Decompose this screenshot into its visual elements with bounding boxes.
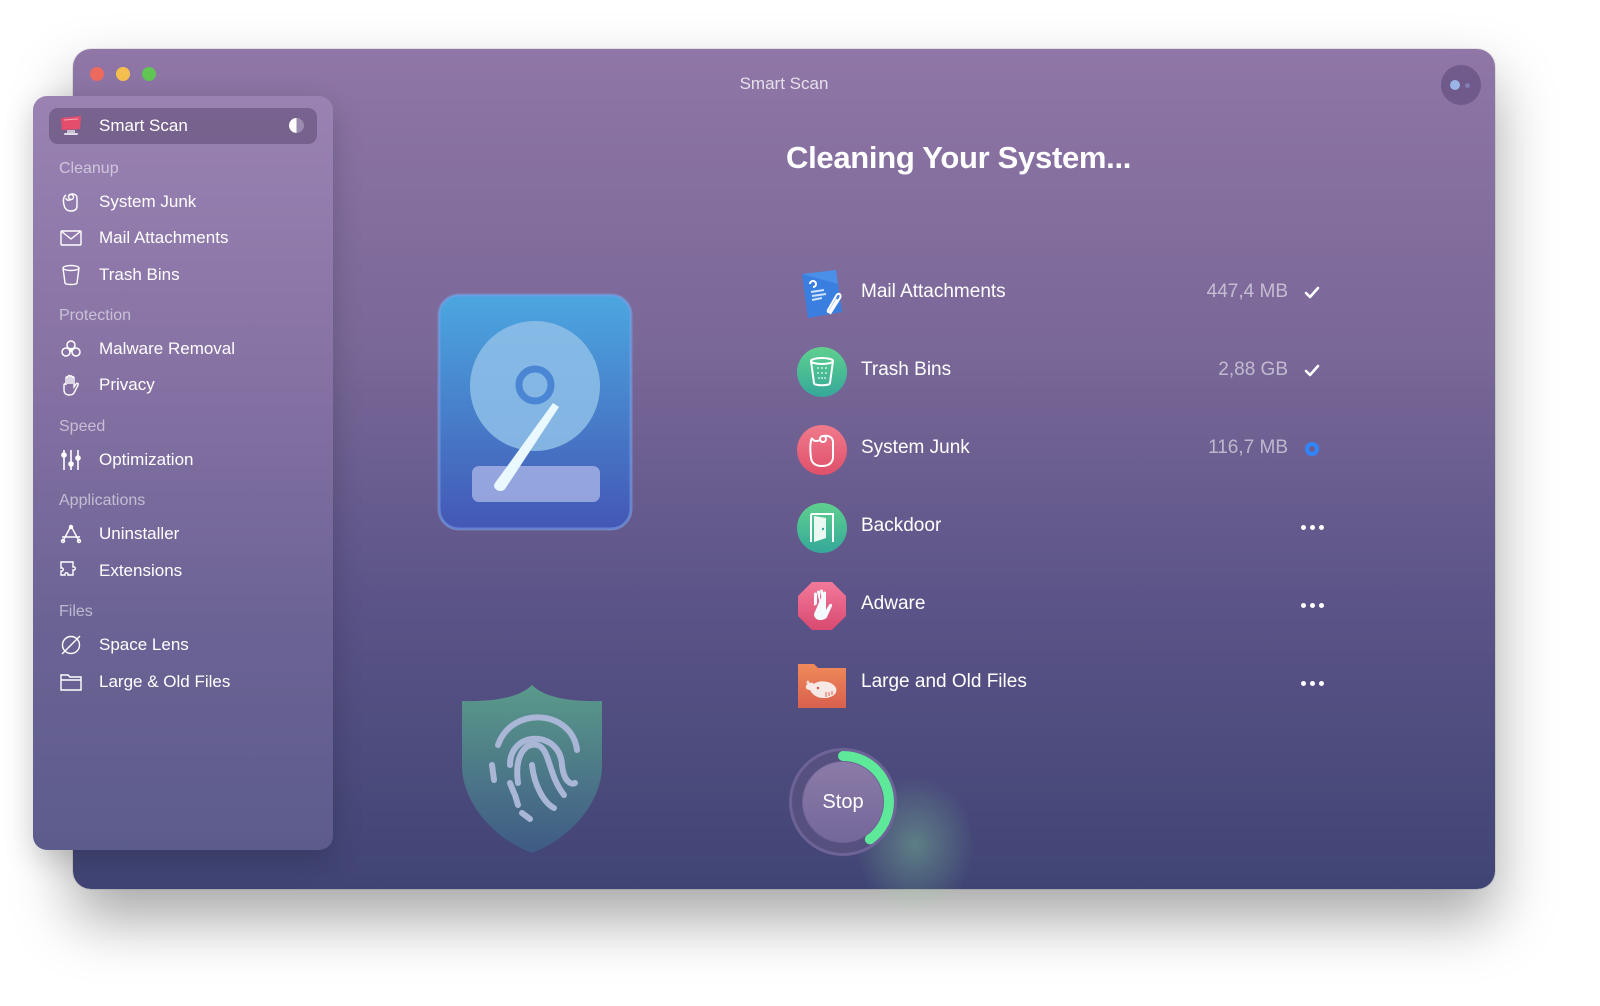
- sidebar-item-large-old-files[interactable]: Large & Old Files: [59, 667, 230, 697]
- sidebar-item-label: Extensions: [99, 561, 183, 580]
- stop-hand-icon: [796, 580, 846, 630]
- system-junk-icon: [59, 190, 83, 214]
- assistant-dot-icon: [1450, 80, 1460, 90]
- planet-lens-icon: [59, 633, 83, 657]
- checkmark-icon: [1298, 357, 1326, 385]
- smart-scan-monitor-icon: [59, 114, 83, 138]
- sidebar-item-label: Uninstaller: [99, 524, 180, 543]
- section-speed: Speed: [59, 418, 106, 435]
- scan-status-indicator-icon: [289, 118, 304, 133]
- sidebar-item-extensions[interactable]: Extensions: [59, 556, 182, 586]
- sidebar-item-uninstaller[interactable]: Uninstaller: [59, 519, 179, 549]
- sidebar-item-system-junk[interactable]: System Junk: [59, 187, 196, 217]
- sidebar-item-label: Malware Removal: [99, 339, 236, 358]
- task-row-backdoor: Backdoor: [796, 499, 1326, 555]
- cleaning-heading: Cleaning Your System...: [786, 140, 1132, 175]
- task-name: System Junk: [861, 437, 970, 458]
- task-row-trash-bins: Trash Bins 2,88 GB: [796, 343, 1326, 399]
- trash-bin-icon: [796, 346, 847, 397]
- sidebar-item-label: System Junk: [99, 192, 197, 211]
- mail-attachment-icon: [796, 268, 846, 318]
- sidebar-item-label: Trash Bins: [99, 265, 180, 284]
- task-size: 447,4 MB: [1206, 281, 1288, 302]
- envelope-icon: [59, 226, 83, 250]
- section-applications: Applications: [59, 492, 146, 509]
- pending-more-icon: [1298, 669, 1326, 697]
- sidebar-item-label: Smart Scan: [99, 116, 188, 135]
- pending-more-icon: [1298, 513, 1326, 541]
- sidebar-item-label: Large & Old Files: [99, 672, 231, 691]
- assistant-button[interactable]: [1441, 65, 1481, 105]
- sidebar-item-label: Privacy: [99, 375, 155, 394]
- task-name: Large and Old Files: [861, 671, 1027, 692]
- sidebar-item-label: Space Lens: [99, 635, 189, 654]
- stop-progress-control: Stop: [785, 744, 901, 860]
- biohazard-icon: [59, 337, 83, 361]
- puzzle-icon: [59, 559, 83, 583]
- sidebar-item-mail-attachments[interactable]: Mail Attachments: [59, 223, 228, 253]
- system-junk-icon: [796, 424, 847, 475]
- folder-icon: [59, 670, 83, 694]
- sidebar: Smart Scan Cleanup System Junk Mail Atta…: [33, 96, 333, 850]
- trash-bin-icon: [59, 263, 83, 287]
- sidebar-item-smart-scan[interactable]: Smart Scan: [49, 108, 317, 144]
- task-row-mail-attachments: Mail Attachments 447,4 MB: [796, 265, 1326, 321]
- assistant-dot-small-icon: [1465, 83, 1470, 88]
- task-size: 2,88 GB: [1218, 359, 1288, 380]
- checkmark-icon: [1298, 279, 1326, 307]
- section-protection: Protection: [59, 307, 132, 324]
- stop-button[interactable]: Stop: [803, 762, 883, 842]
- task-name: Backdoor: [861, 515, 942, 536]
- sidebar-item-privacy[interactable]: Privacy: [59, 370, 155, 400]
- hard-drive-illustration: [435, 291, 635, 541]
- sidebar-item-label: Mail Attachments: [99, 228, 229, 247]
- task-size: 116,7 MB: [1208, 437, 1288, 458]
- sidebar-item-malware-removal[interactable]: Malware Removal: [59, 334, 235, 364]
- task-row-large-old-files: Large and Old Files: [796, 655, 1326, 711]
- sidebar-item-label: Optimization: [99, 450, 194, 469]
- hand-icon: [59, 373, 83, 397]
- task-name: Mail Attachments: [861, 281, 1006, 302]
- task-name: Trash Bins: [861, 359, 952, 380]
- sidebar-item-optimization[interactable]: Optimization: [59, 445, 193, 475]
- app-store-a-icon: [59, 522, 83, 546]
- sidebar-item-trash-bins[interactable]: Trash Bins: [59, 260, 180, 290]
- task-row-system-junk: System Junk 116,7 MB: [796, 421, 1326, 477]
- pending-more-icon: [1298, 591, 1326, 619]
- section-files: Files: [59, 603, 93, 620]
- task-row-adware: Adware: [796, 577, 1326, 633]
- window-title: Smart Scan: [739, 74, 829, 93]
- door-icon: [796, 502, 847, 553]
- task-name: Adware: [861, 593, 926, 614]
- whale-folder-icon: [796, 658, 846, 708]
- privacy-shield-illustration: [452, 635, 612, 860]
- section-cleanup: Cleanup: [59, 160, 119, 177]
- sliders-icon: [59, 448, 83, 472]
- sidebar-item-space-lens[interactable]: Space Lens: [59, 630, 189, 660]
- in-progress-spinner-icon: [1298, 435, 1326, 463]
